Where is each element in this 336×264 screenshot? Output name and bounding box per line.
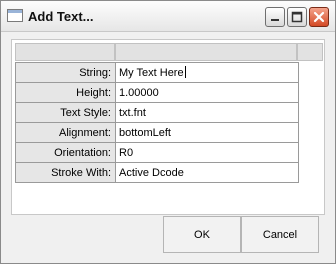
property-label: Alignment: [15,122,116,143]
grid-header-label-column [15,43,115,61]
property-row-alignment: Alignment: bottomLeft [15,122,299,143]
property-row-stroke-with: Stroke With: Active Dcode [15,162,299,183]
text-cursor [184,66,186,78]
title-bar[interactable]: Add Text... [1,1,335,32]
window-icon [7,9,23,22]
ok-button[interactable]: OK [163,216,241,253]
stroke-with-value-field[interactable]: Active Dcode [115,162,299,183]
property-label: Orientation: [15,142,116,163]
string-value-field[interactable]: My Text Here [115,62,299,83]
property-label: Text Style: [15,102,116,123]
window-title: Add Text... [28,9,94,24]
close-icon [313,11,325,23]
property-label: Height: [15,82,116,103]
property-row-orientation: Orientation: R0 [15,142,299,163]
property-grid-panel: String: My Text Here Height: 1.00000 Tex… [11,39,325,215]
grid-header-value-column [115,43,297,61]
text-style-value-field[interactable]: txt.fnt [115,102,299,123]
dialog-button-bar: OK Cancel [11,215,325,255]
close-button[interactable] [309,7,329,27]
grid-header-extra-column [297,43,323,61]
property-row-text-style: Text Style: txt.fnt [15,102,299,123]
cancel-button[interactable]: Cancel [241,216,319,253]
property-grid: String: My Text Here Height: 1.00000 Tex… [15,62,299,183]
property-row-string: String: My Text Here [15,62,299,83]
add-text-dialog: Add Text... String: My Text Here Height:… [0,0,336,264]
property-label: Stroke With: [15,162,116,183]
minimize-button[interactable] [265,7,285,27]
string-value-text: My Text Here [119,67,184,79]
minimize-icon [271,19,279,21]
height-value-field[interactable]: 1.00000 [115,82,299,103]
alignment-value-field[interactable]: bottomLeft [115,122,299,143]
orientation-value-field[interactable]: R0 [115,142,299,163]
property-row-height: Height: 1.00000 [15,82,299,103]
maximize-button[interactable] [287,7,307,27]
property-label: String: [15,62,116,83]
maximize-icon [291,11,303,23]
